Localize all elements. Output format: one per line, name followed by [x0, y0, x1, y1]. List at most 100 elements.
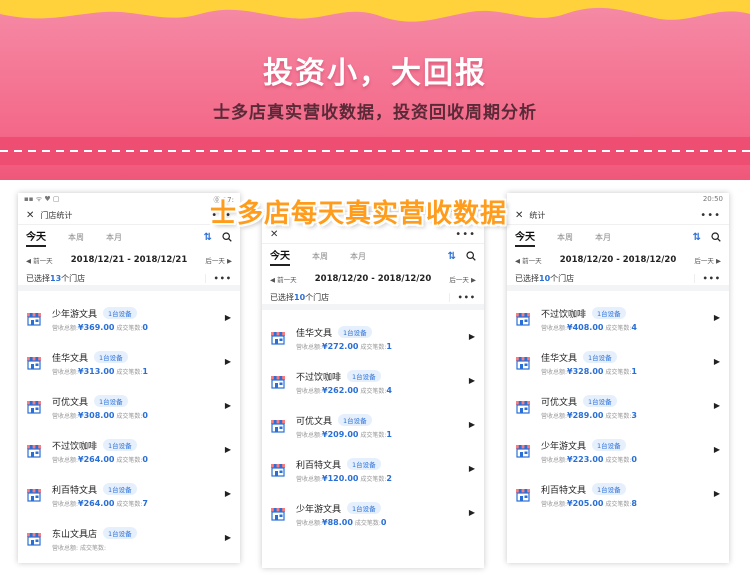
prev-day-button[interactable]: ◀ 前一天 — [26, 255, 53, 265]
tab-week[interactable]: 本周 — [312, 251, 328, 262]
tab-week[interactable]: 本周 — [68, 232, 84, 243]
count-label: 成交笔数: — [605, 501, 632, 508]
count-value: 3 — [631, 411, 637, 420]
chevron-right-icon[interactable]: ▶ — [225, 401, 231, 410]
chevron-right-icon[interactable]: ▶ — [714, 313, 720, 322]
tab-week[interactable]: 本周 — [557, 232, 573, 243]
count-value: 4 — [386, 386, 392, 395]
tab-today[interactable]: 今天 — [270, 247, 290, 266]
storefront-icon — [27, 357, 41, 370]
selected-prefix: 已选择 — [26, 273, 50, 283]
store-row[interactable]: 少年游文具 1台设备 营收总额:¥369.00 成交笔数:0 ▶ — [18, 297, 240, 341]
next-day-button[interactable]: 后一天 ▶ — [694, 255, 721, 265]
store-row[interactable]: 不过饮咖啡 1台设备 营收总额:¥262.00 成交笔数:4 ▶ — [262, 360, 484, 404]
more-options-icon[interactable]: ••• — [448, 292, 476, 302]
revenue-label: 营收总额: — [296, 520, 323, 527]
storefront-icon — [271, 420, 285, 433]
store-row[interactable]: 佳华文具 1台设备 营收总额:¥328.00 成交笔数:1 ▶ — [507, 341, 729, 385]
chevron-right-icon[interactable]: ▶ — [225, 313, 231, 322]
sort-icon[interactable]: ⇅ — [448, 251, 456, 262]
revenue-label: 营收总额: — [52, 457, 79, 464]
device-badge: 1台设备 — [583, 351, 617, 363]
storefront-icon — [271, 376, 285, 389]
device-badge: 1台设备 — [347, 502, 381, 514]
store-row[interactable]: 利百特文具 1台设备 营收总额:¥205.00 成交笔数:8 ▶ — [507, 473, 729, 517]
revenue-value: ¥289.00 — [567, 411, 604, 420]
banner-dashed-line — [0, 150, 750, 152]
chevron-right-icon[interactable]: ▶ — [714, 357, 720, 366]
chevron-right-icon[interactable]: ▶ — [225, 445, 231, 454]
count-label: 成交笔数: — [605, 413, 632, 420]
selected-suffix: 个门店 — [550, 273, 575, 283]
device-badge: 1台设备 — [583, 395, 617, 407]
chevron-right-icon[interactable]: ▶ — [469, 420, 475, 429]
status-icons: ▪▪ ᯤ ♥ ▢ — [24, 195, 60, 203]
chevron-right-icon[interactable]: ▶ — [469, 464, 475, 473]
count-label: 成交笔数: — [605, 369, 632, 376]
chevron-right-icon[interactable]: ▶ — [469, 508, 475, 517]
next-day-button[interactable]: 后一天 ▶ — [449, 274, 476, 284]
store-row[interactable]: 可优文具 1台设备 营收总额:¥289.00 成交笔数:3 ▶ — [507, 385, 729, 429]
date-navigator: ◀ 前一天 2018/12/21 - 2018/12/21 后一天 ▶ — [18, 249, 240, 271]
next-day-button[interactable]: 后一天 ▶ — [205, 255, 232, 265]
sort-icon[interactable]: ⇅ — [204, 232, 212, 243]
close-icon[interactable]: ✕ — [270, 229, 278, 240]
chevron-right-icon[interactable]: ▶ — [469, 376, 475, 385]
store-row[interactable]: 少年游文具 1台设备 营收总额:¥88.00 成交笔数:0 ▶ — [262, 492, 484, 536]
revenue-label: 营收总额: — [52, 325, 79, 332]
more-options-icon[interactable]: ••• — [693, 273, 721, 283]
selected-stores-row[interactable]: 已选择 13 个门店 ••• — [18, 271, 240, 291]
more-icon[interactable]: ••• — [455, 229, 476, 240]
store-row[interactable]: 少年游文具 1台设备 营收总额:¥223.00 成交笔数:0 ▶ — [507, 429, 729, 473]
store-row[interactable]: 利百特文具 1台设备 营收总额:¥264.00 成交笔数:7 ▶ — [18, 473, 240, 517]
store-row[interactable]: 不过饮咖啡 1台设备 营收总额:¥264.00 成交笔数:0 ▶ — [18, 429, 240, 473]
tab-month[interactable]: 本月 — [106, 232, 122, 243]
device-badge: 1台设备 — [103, 527, 137, 539]
prev-day-button[interactable]: ◀ 前一天 — [515, 255, 542, 265]
search-icon[interactable] — [711, 232, 721, 242]
count-value: 8 — [631, 499, 637, 508]
count-label: 成交笔数: — [605, 325, 632, 332]
count-value: 1 — [631, 367, 637, 376]
store-row[interactable]: 利百特文具 1台设备 营收总额:¥120.00 成交笔数:2 ▶ — [262, 448, 484, 492]
selected-stores-row[interactable]: 已选择 10 个门店 ••• — [507, 271, 729, 291]
store-row[interactable]: 可优文具 1台设备 营收总额:¥209.00 成交笔数:1 ▶ — [262, 404, 484, 448]
search-icon[interactable] — [222, 232, 232, 242]
store-list: 不过饮咖啡 1台设备 营收总额:¥408.00 成交笔数:4 ▶ 佳华文具 1台… — [507, 291, 729, 517]
status-time: 20:50 — [702, 195, 723, 203]
store-row[interactable]: 可优文具 1台设备 营收总额:¥308.00 成交笔数:0 ▶ — [18, 385, 240, 429]
hero-title: 投资小，大回报 — [263, 56, 487, 91]
chevron-right-icon[interactable]: ▶ — [469, 332, 475, 341]
search-icon[interactable] — [466, 251, 476, 261]
chevron-right-icon[interactable]: ▶ — [225, 533, 231, 542]
device-badge: 1台设备 — [592, 483, 626, 495]
tab-today[interactable]: 今天 — [515, 228, 535, 247]
store-name: 可优文具 — [52, 397, 89, 408]
selected-stores-row[interactable]: 已选择 10 个门店 ••• — [262, 290, 484, 310]
store-row[interactable]: 佳华文具 1台设备 营收总额:¥313.00 成交笔数:1 ▶ — [18, 341, 240, 385]
chevron-right-icon[interactable]: ▶ — [714, 445, 720, 454]
chevron-right-icon[interactable]: ▶ — [714, 401, 720, 410]
revenue-value: ¥205.00 — [567, 499, 604, 508]
chevron-right-icon[interactable]: ▶ — [225, 489, 231, 498]
store-row[interactable]: 佳华文具 1台设备 营收总额:¥272.00 成交笔数:1 ▶ — [262, 316, 484, 360]
close-icon[interactable]: ✕ — [26, 210, 34, 221]
revenue-label: 营收总额: — [52, 369, 79, 376]
tab-month[interactable]: 本月 — [595, 232, 611, 243]
device-badge: 1台设备 — [103, 307, 137, 319]
tab-today[interactable]: 今天 — [26, 228, 46, 247]
count-label: 成交笔数: — [116, 457, 143, 464]
sort-icon[interactable]: ⇅ — [693, 232, 701, 243]
store-row[interactable]: 东山文具店 1台设备 营收总额: 成交笔数: ▶ — [18, 517, 240, 561]
more-icon[interactable]: ••• — [700, 210, 721, 221]
prev-day-button[interactable]: ◀ 前一天 — [270, 274, 297, 284]
revenue-label: 营收总额: — [52, 501, 79, 508]
tab-month[interactable]: 本月 — [350, 251, 366, 262]
chevron-right-icon[interactable]: ▶ — [225, 357, 231, 366]
chevron-right-icon[interactable]: ▶ — [714, 489, 720, 498]
store-row[interactable]: 不过饮咖啡 1台设备 营收总额:¥408.00 成交笔数:4 ▶ — [507, 297, 729, 341]
store-name: 佳华文具 — [52, 353, 89, 364]
close-icon[interactable]: ✕ — [515, 210, 523, 221]
count-label: 成交笔数: — [360, 344, 387, 351]
more-options-icon[interactable]: ••• — [204, 273, 232, 283]
